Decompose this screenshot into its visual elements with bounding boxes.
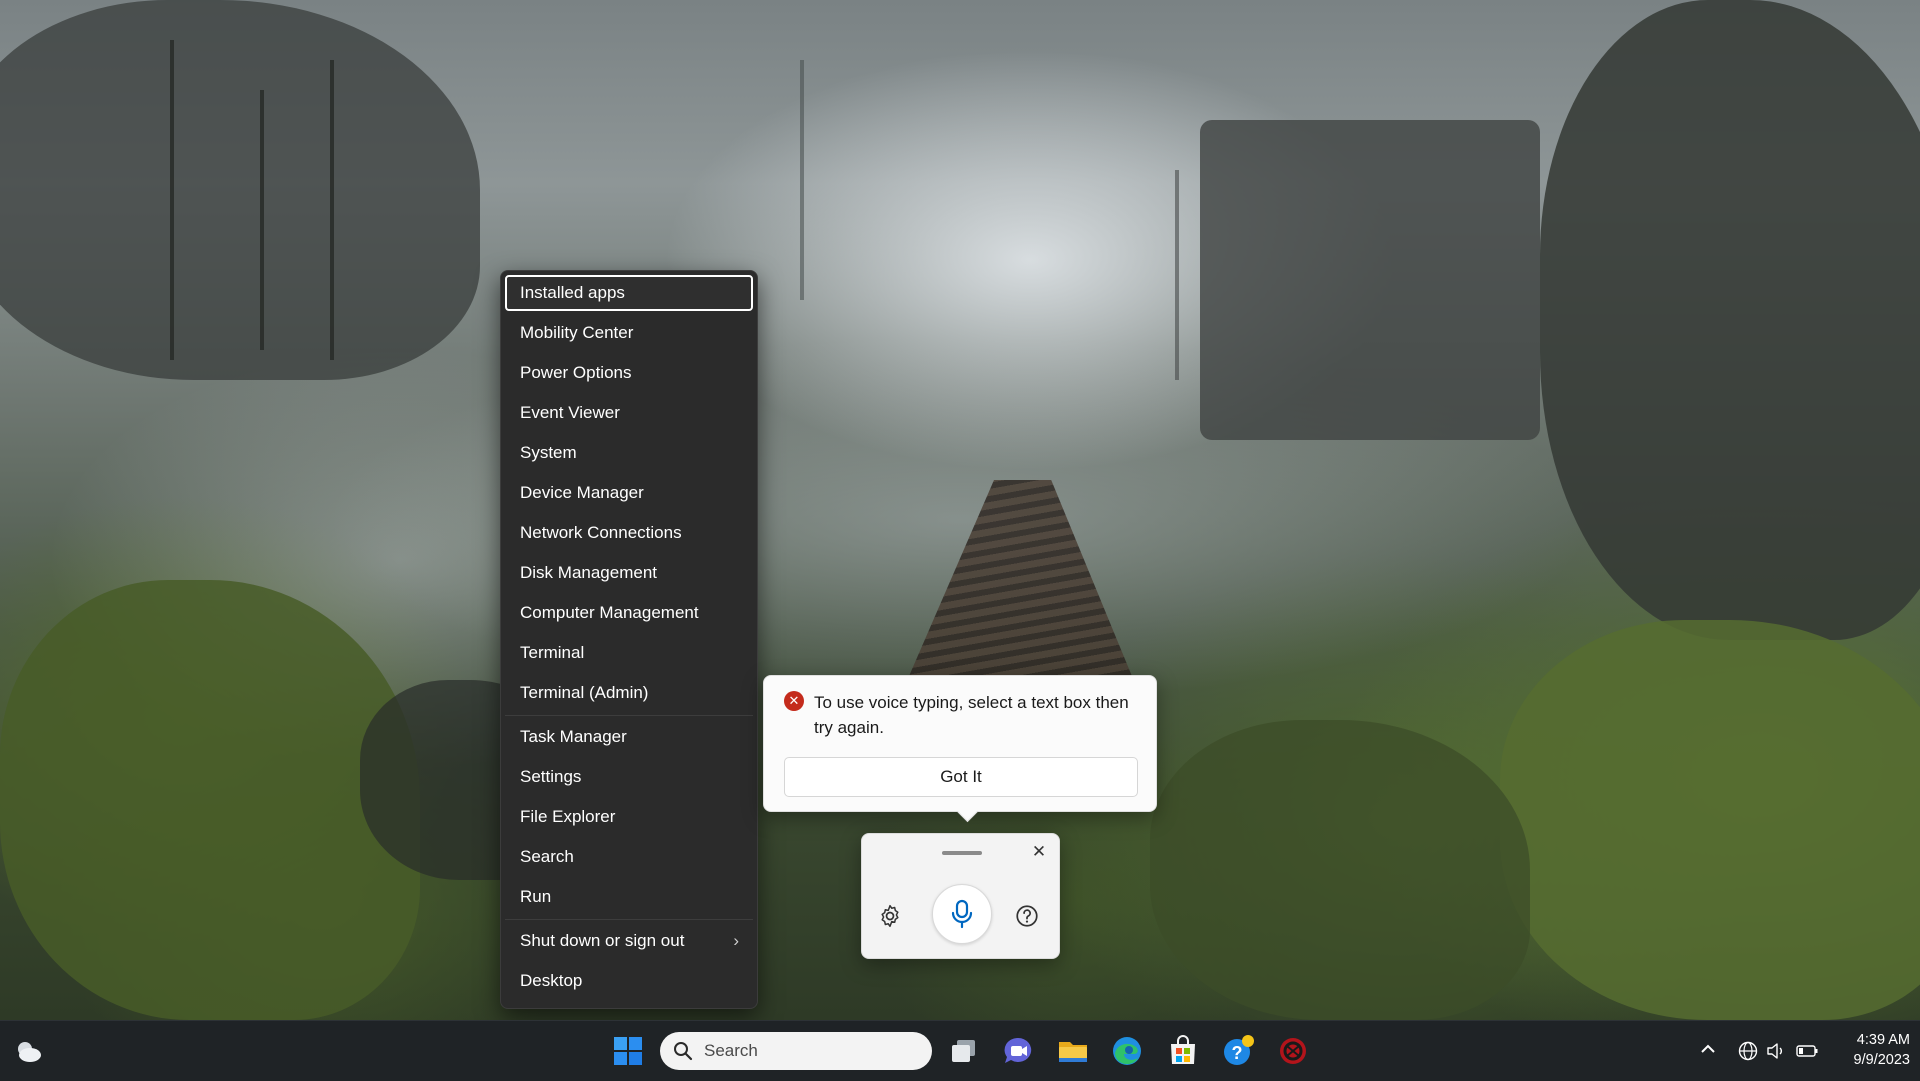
got-it-button[interactable]: Got It: [784, 757, 1138, 797]
battery-icon[interactable]: [1795, 1041, 1819, 1061]
callout-message: To use voice typing, select a text box t…: [814, 693, 1129, 737]
windows-start-icon[interactable]: [611, 1034, 645, 1068]
get-help-icon[interactable]: ?: [1221, 1034, 1255, 1068]
settings-gear-icon[interactable]: [877, 903, 903, 929]
menu-item-terminal-admin[interactable]: Terminal (Admin): [505, 675, 753, 711]
menu-item-mobility-center[interactable]: Mobility Center: [505, 315, 753, 351]
menu-item-desktop[interactable]: Desktop: [505, 963, 753, 999]
menu-item-event-viewer[interactable]: Event Viewer: [505, 395, 753, 431]
menu-item-label: Shut down or sign out: [520, 931, 685, 950]
wallpaper-moss-rock-1: [1500, 620, 1920, 1020]
microphone-button[interactable]: [932, 884, 992, 944]
menu-item-task-manager[interactable]: Task Manager: [505, 719, 753, 755]
menu-item-network-connections[interactable]: Network Connections: [505, 515, 753, 551]
menu-separator: [505, 715, 753, 716]
language-globe-icon[interactable]: [1737, 1040, 1759, 1062]
menu-item-terminal[interactable]: Terminal: [505, 635, 753, 671]
wallpaper-moss-rock-3: [1150, 720, 1530, 1020]
clock-date: 9/9/2023: [1853, 1052, 1910, 1068]
taskbar-clock[interactable]: 4:39 AM 9/9/2023: [1830, 1030, 1910, 1070]
svg-text:?: ?: [1232, 1043, 1243, 1063]
menu-item-run[interactable]: Run: [505, 879, 753, 915]
wallpaper-tree: [170, 40, 174, 360]
menu-item-disk-management[interactable]: Disk Management: [505, 555, 753, 591]
menu-item-shut-down-or-sign-out[interactable]: Shut down or sign out ›: [505, 923, 753, 959]
menu-item-computer-management[interactable]: Computer Management: [505, 595, 753, 631]
task-view-icon[interactable]: [947, 1034, 981, 1068]
microsoft-store-icon[interactable]: [1166, 1034, 1200, 1068]
wallpaper-tree: [800, 60, 804, 300]
taskbar: Search ? 4:39 AM 9/9/2023: [0, 1020, 1920, 1081]
weather-cloud-icon[interactable]: [14, 1038, 42, 1064]
search-placeholder: Search: [704, 1041, 758, 1060]
wallpaper-ruins: [1200, 120, 1540, 440]
wallpaper-tree: [260, 90, 264, 350]
teams-chat-icon[interactable]: [1001, 1034, 1035, 1068]
voice-typing-error-callout: ✕ To use voice typing, select a text box…: [763, 675, 1157, 812]
close-icon[interactable]: ✕: [1029, 842, 1049, 862]
wallpaper-cliff-left: [0, 0, 480, 380]
file-explorer-icon[interactable]: [1056, 1034, 1090, 1068]
help-icon[interactable]: [1014, 903, 1040, 929]
show-hidden-icons-chevron[interactable]: [1698, 1039, 1718, 1059]
menu-item-search[interactable]: Search: [505, 839, 753, 875]
x-circle-icon: ✕: [784, 691, 804, 711]
menu-item-installed-apps[interactable]: Installed apps: [505, 275, 753, 311]
drag-handle[interactable]: [942, 851, 982, 855]
taskbar-search-box[interactable]: Search: [660, 1032, 932, 1070]
menu-item-system[interactable]: System: [505, 435, 753, 471]
menu-separator: [505, 919, 753, 920]
wallpaper-moss-rock-2: [0, 580, 420, 1020]
microphone-icon: [951, 899, 973, 929]
clock-time: 4:39 AM: [1856, 1032, 1910, 1048]
menu-item-power-options[interactable]: Power Options: [505, 355, 753, 391]
security-app-icon[interactable]: [1276, 1034, 1310, 1068]
wallpaper-tree: [1175, 170, 1179, 380]
menu-item-settings[interactable]: Settings: [505, 759, 753, 795]
quick-link-menu: Installed apps Mobility Center Power Opt…: [500, 270, 758, 1009]
voice-typing-widget: ✕: [861, 833, 1060, 959]
edge-browser-icon[interactable]: [1110, 1034, 1144, 1068]
wallpaper-cliff-right: [1540, 0, 1920, 640]
wallpaper-tree: [330, 60, 334, 360]
search-icon: [674, 1042, 693, 1061]
menu-item-device-manager[interactable]: Device Manager: [505, 475, 753, 511]
chevron-right-icon: ›: [733, 931, 739, 950]
menu-item-file-explorer[interactable]: File Explorer: [505, 799, 753, 835]
volume-icon[interactable]: [1765, 1040, 1787, 1062]
